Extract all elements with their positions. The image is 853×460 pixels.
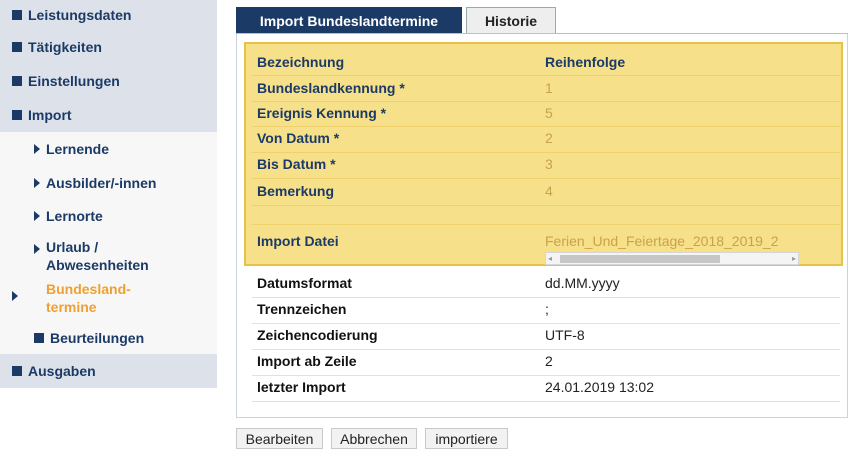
sidebar-item-label: Import [28,107,72,123]
sidebar-subitem-label-line2: termine [46,299,97,315]
field-order-value: 3 [545,156,553,172]
sidebar-item-einstellungen[interactable]: Einstellungen [0,64,217,98]
triangle-right-icon [34,144,40,154]
sidebar-item-leistungsdaten[interactable]: Leistungsdaten [0,0,217,30]
sidebar-subitem-label: Beurteilungen [50,330,145,346]
divider [252,375,840,376]
sidebar-item-label: Einstellungen [28,73,120,89]
sidebar-subitem-label-line2: Abwesenheiten [46,257,149,273]
setting-value: dd.MM.yyyy [545,275,620,291]
field-order-value: 2 [545,130,553,146]
sidebar-subitem-ausbilder[interactable]: Ausbilder/-innen [0,166,217,199]
square-bullet-icon [12,110,22,120]
divider [252,126,840,127]
field-label: Bundeslandkennung * [257,80,405,96]
import-file-name: Ferien_Und_Feiertage_2018_2019_2 [545,233,779,249]
divider [252,178,840,179]
divider [252,224,840,225]
triangle-right-icon [12,291,18,301]
sidebar-item-import[interactable]: Import [0,98,217,132]
divider [252,101,840,102]
setting-value: ; [545,301,549,317]
divider [252,323,840,324]
sidebar-item-label: Tätigkeiten [28,39,102,55]
square-bullet-icon [12,366,22,376]
sidebar-subitem-bundeslandtermine[interactable]: Bundesland- termine [0,278,217,320]
square-bullet-icon [34,333,44,343]
sidebar-subitem-label: Ausbilder/-innen [46,175,157,191]
divider [252,349,840,350]
sidebar-subitem-label: Lernende [46,141,110,157]
import-file-label: Import Datei [257,233,339,249]
divider [252,75,840,76]
setting-label: Zeichencodierung [257,327,378,343]
file-name-scrollbar[interactable]: ◂ ▸ [545,252,799,265]
sidebar-item-ausgaben[interactable]: Ausgaben [0,354,217,388]
sidebar-subitem-label-line1: Bundesland- [46,281,131,297]
sidebar-subitem-label-line1: Urlaub / [46,239,99,255]
square-bullet-icon [12,76,22,86]
divider [252,205,840,206]
field-order-value: 5 [545,105,553,121]
column-header-reihenfolge: Reihenfolge [545,54,626,70]
import-button[interactable]: importiere [425,428,508,449]
square-bullet-icon [12,10,22,20]
triangle-right-icon [34,178,40,188]
scroll-right-arrow-icon[interactable]: ▸ [792,253,796,265]
field-label: Bis Datum * [257,156,336,172]
field-label: Ereignis Kennung * [257,105,387,121]
divider [252,152,840,153]
sidebar-item-label: Leistungsdaten [28,7,132,23]
triangle-right-icon [34,211,40,221]
setting-value: 24.01.2019 13:02 [545,379,654,395]
divider [252,297,840,298]
sidebar-item-taetigkeiten[interactable]: Tätigkeiten [0,30,217,64]
tab-historie[interactable]: Historie [466,7,556,34]
sidebar-subitem-urlaub[interactable]: Urlaub / Abwesenheiten [0,232,217,276]
tab-import-bundeslandtermine[interactable]: Import Bundeslandtermine [236,7,462,34]
sidebar-subitem-lernende[interactable]: Lernende [0,132,217,166]
column-header-bezeichnung: Bezeichnung [257,54,345,70]
setting-label: letzter Import [257,379,346,395]
setting-label: Import ab Zeile [257,353,357,369]
field-order-value: 1 [545,80,553,96]
setting-label: Datumsformat [257,275,352,291]
scrollbar-thumb[interactable] [560,255,720,263]
setting-label: Trennzeichen [257,301,347,317]
sidebar-subitem-beurteilungen[interactable]: Beurteilungen [0,322,217,354]
scroll-left-arrow-icon[interactable]: ◂ [548,253,552,265]
sidebar-subitem-lernorte[interactable]: Lernorte [0,199,217,232]
setting-value: UTF-8 [545,327,585,343]
sidebar-subitem-label: Lernorte [46,208,103,224]
import-submenu: Lernende Ausbilder/-innen Lernorte Urlau… [0,132,217,354]
square-bullet-icon [12,42,22,52]
field-label: Bemerkung [257,183,335,199]
triangle-right-icon [34,244,40,254]
cancel-button[interactable]: Abbrechen [331,428,417,449]
sidebar: Leistungsdaten Tätigkeiten Einstellungen… [0,0,217,460]
edit-button[interactable]: Bearbeiten [236,428,323,449]
field-order-value: 4 [545,183,553,199]
divider [252,401,840,402]
setting-value: 2 [545,353,553,369]
field-label: Von Datum * [257,130,340,146]
sidebar-item-label: Ausgaben [28,363,96,379]
